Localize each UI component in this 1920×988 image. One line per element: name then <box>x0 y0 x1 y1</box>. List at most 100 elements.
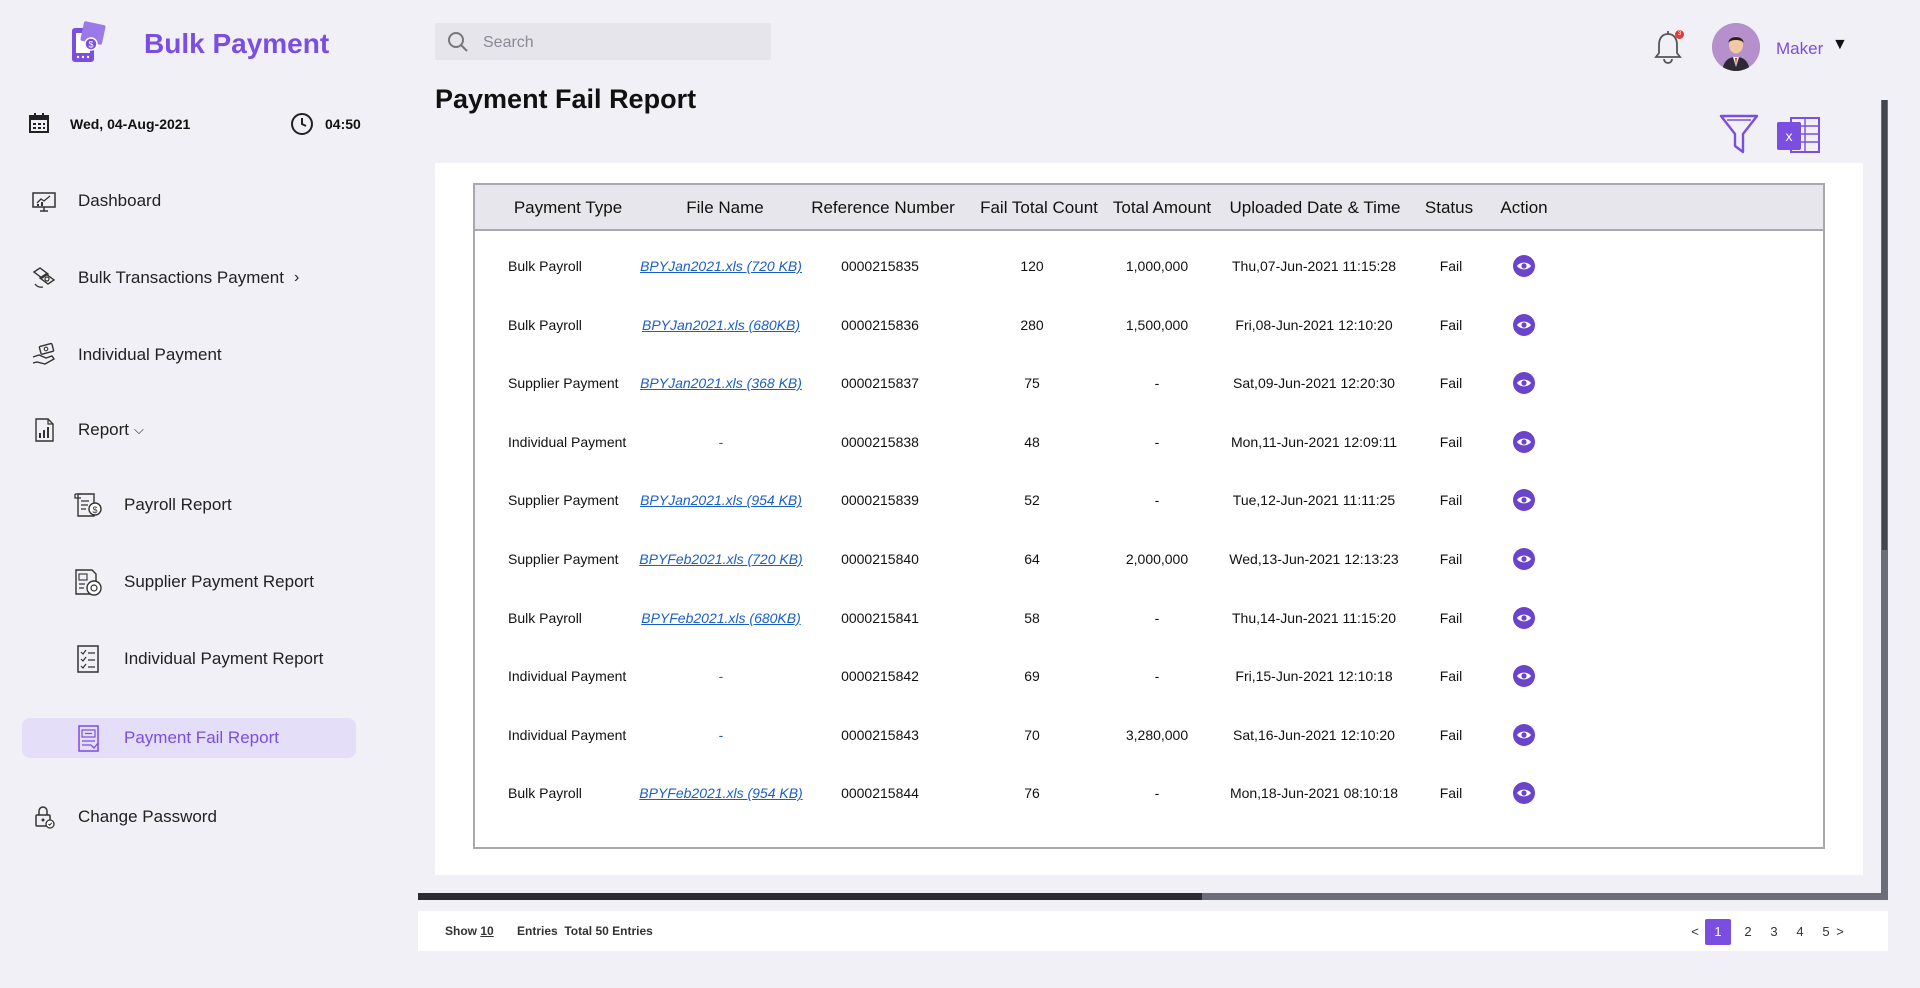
horizontal-scrollbar[interactable] <box>418 893 1888 900</box>
cell-type: Bulk Payroll <box>508 316 582 333</box>
filter-icon[interactable] <box>1717 112 1761 156</box>
sidebar-item-individual-payment[interactable]: Individual Payment <box>22 335 356 375</box>
calendar-icon <box>29 113 49 133</box>
sidebar-item-change-password[interactable]: Change Password <box>22 797 356 837</box>
file-link[interactable]: BPYFeb2021.xls (954 KB) <box>639 785 802 801</box>
table-header: Payment Type File Name Reference Number … <box>475 185 1823 231</box>
cell-type: Bulk Payroll <box>508 258 582 274</box>
cell-status: Fail <box>1439 258 1463 274</box>
file-link[interactable]: BPYJan2021.xls (954 KB) <box>640 492 802 508</box>
page-size-control: Show 10 <box>445 924 494 938</box>
sidebar-item-report[interactable]: Report ⌵ <box>22 410 356 450</box>
cell-status: Fail <box>1439 726 1463 743</box>
fail-report-icon <box>78 725 99 752</box>
cell-type: Supplier Payment <box>508 375 619 392</box>
avatar[interactable] <box>1712 23 1760 71</box>
prev-page-button[interactable]: < <box>1688 919 1702 945</box>
chevron-down-icon: ⌵ <box>134 422 144 437</box>
view-eye-icon[interactable] <box>1512 781 1536 805</box>
sidebar-item-bulk-transactions[interactable]: Bulk Transactions Payment › <box>22 258 356 298</box>
cell-count: 64 <box>1024 551 1040 567</box>
view-eye-icon[interactable] <box>1512 430 1536 454</box>
sidebar-item-dashboard[interactable]: Dashboard <box>22 181 356 221</box>
file-link[interactable]: BPYJan2021.xls (720 KB) <box>640 258 802 274</box>
file-link[interactable]: BPYFeb2021.xls (680KB) <box>641 610 801 626</box>
cell-type: Individual Payment <box>508 668 627 685</box>
page-button[interactable]: 1 <box>1705 919 1731 945</box>
cell-ref: 0000215835 <box>841 258 919 274</box>
table-row: Bulk Payroll BPYFeb2021.xls (680KB) 000021… <box>475 589 1823 647</box>
notification-badge: 3 <box>1675 30 1684 39</box>
supplier-report-icon <box>75 569 102 596</box>
vertical-scroll-thumb[interactable] <box>1882 100 1887 550</box>
clock-icon <box>291 113 313 135</box>
column-header-file-name[interactable]: File Name <box>686 198 763 218</box>
column-header-uploaded-date-time[interactable]: Uploaded Date & Time <box>1229 198 1400 218</box>
table-row: Supplier Payment BPYFeb2021.xls (720 KB) 0… <box>475 530 1823 588</box>
view-eye-icon[interactable] <box>1512 313 1536 337</box>
horizontal-scroll-thumb[interactable] <box>418 893 1202 900</box>
payroll-report-icon: $ <box>74 493 102 517</box>
cell-status: Fail <box>1439 492 1463 509</box>
column-header-total-amount[interactable]: Total Amount <box>1113 198 1211 218</box>
sidebar-item-label: Individual Payment Report <box>124 649 324 668</box>
user-menu-caret-icon[interactable]: ▼ <box>1832 36 1848 54</box>
cell-amount: 1,000,000 <box>1125 258 1189 274</box>
cell-status: Fail <box>1439 316 1463 333</box>
column-header-payment-type[interactable]: Payment Type <box>514 198 622 218</box>
sidebar-item-payroll-report[interactable]: $ Payroll Report <box>22 485 356 525</box>
cell-count: 76 <box>1024 785 1040 802</box>
cell-file: - <box>718 668 724 685</box>
sidebar-item-payment-fail-report[interactable]: Payment Fail Report <box>22 718 356 758</box>
column-header-status[interactable]: Status <box>1425 198 1473 218</box>
cell-amount: - <box>1154 433 1160 450</box>
excel-export-icon[interactable]: x <box>1775 114 1821 156</box>
file-link[interactable]: BPYFeb2021.xls (720 KB) <box>639 551 802 567</box>
view-eye-icon[interactable] <box>1512 547 1536 571</box>
notifications-button[interactable]: 3 <box>1651 29 1685 65</box>
cell-amount: - <box>1154 785 1160 802</box>
cell-type: Individual Payment <box>508 433 627 450</box>
cell-status: Fail <box>1439 668 1463 685</box>
svg-text:$: $ <box>92 505 97 515</box>
payment-fail-table: Payment Type File Name Reference Number … <box>473 183 1825 849</box>
page-size-select[interactable]: 10 <box>480 924 493 938</box>
view-eye-icon[interactable] <box>1512 664 1536 688</box>
view-eye-icon[interactable] <box>1512 371 1536 395</box>
file-link[interactable]: BPYJan2021.xls (368 KB) <box>640 375 802 391</box>
user-name[interactable]: Maker <box>1776 39 1823 59</box>
cell-file: - <box>718 726 724 743</box>
cell-count: 52 <box>1024 492 1040 509</box>
sidebar-item-supplier-payment-report[interactable]: Supplier Payment Report <box>22 562 356 602</box>
file-link[interactable]: BPYJan2021.xls (680KB) <box>642 317 800 333</box>
sidebar-item-individual-payment-report[interactable]: Individual Payment Report <box>22 639 356 679</box>
lock-icon <box>35 806 55 829</box>
column-header-fail-total-count[interactable]: Fail Total Count <box>980 198 1098 218</box>
column-header-reference-number[interactable]: Reference Number <box>811 198 955 218</box>
cell-datetime: Thu,07-Jun-2021 11:15:28 <box>1232 258 1396 274</box>
page-button[interactable]: 2 <box>1735 919 1761 945</box>
cell-amount: 3,280,000 <box>1125 726 1189 743</box>
table-row: Bulk Payroll BPYJan2021.xls (720 KB) 00002… <box>475 237 1823 295</box>
page-button[interactable]: 4 <box>1787 919 1813 945</box>
sidebar-item-label: Bulk Transactions Payment <box>78 268 284 287</box>
search-input[interactable] <box>481 23 765 62</box>
view-eye-icon[interactable] <box>1512 723 1536 747</box>
cell-datetime: Sat,09-Jun-2021 12:20:30 <box>1233 375 1395 392</box>
cell-ref: 0000215839 <box>841 492 919 509</box>
show-label: Show <box>445 924 477 938</box>
current-time: 04:50 <box>325 116 361 132</box>
view-eye-icon[interactable] <box>1512 488 1536 512</box>
table-row: Supplier Payment BPYJan2021.xls (954 KB) 0… <box>475 471 1823 529</box>
table-row: Individual Payment - 0000215843 70 3,280,000… <box>475 706 1823 764</box>
page-button[interactable]: 3 <box>1761 919 1787 945</box>
next-page-button[interactable]: > <box>1833 919 1847 945</box>
view-eye-icon[interactable] <box>1512 254 1536 278</box>
cell-type: Bulk Payroll <box>508 785 582 802</box>
cell-count: 69 <box>1024 668 1040 685</box>
view-eye-icon[interactable] <box>1512 606 1536 630</box>
cell-type: Individual Payment <box>508 726 627 743</box>
report-panel: Payment Type File Name Reference Number … <box>435 163 1863 875</box>
table-row: Individual Payment - 0000215842 69 - Fri,15-J… <box>475 647 1823 705</box>
vertical-scrollbar[interactable] <box>1881 100 1888 900</box>
